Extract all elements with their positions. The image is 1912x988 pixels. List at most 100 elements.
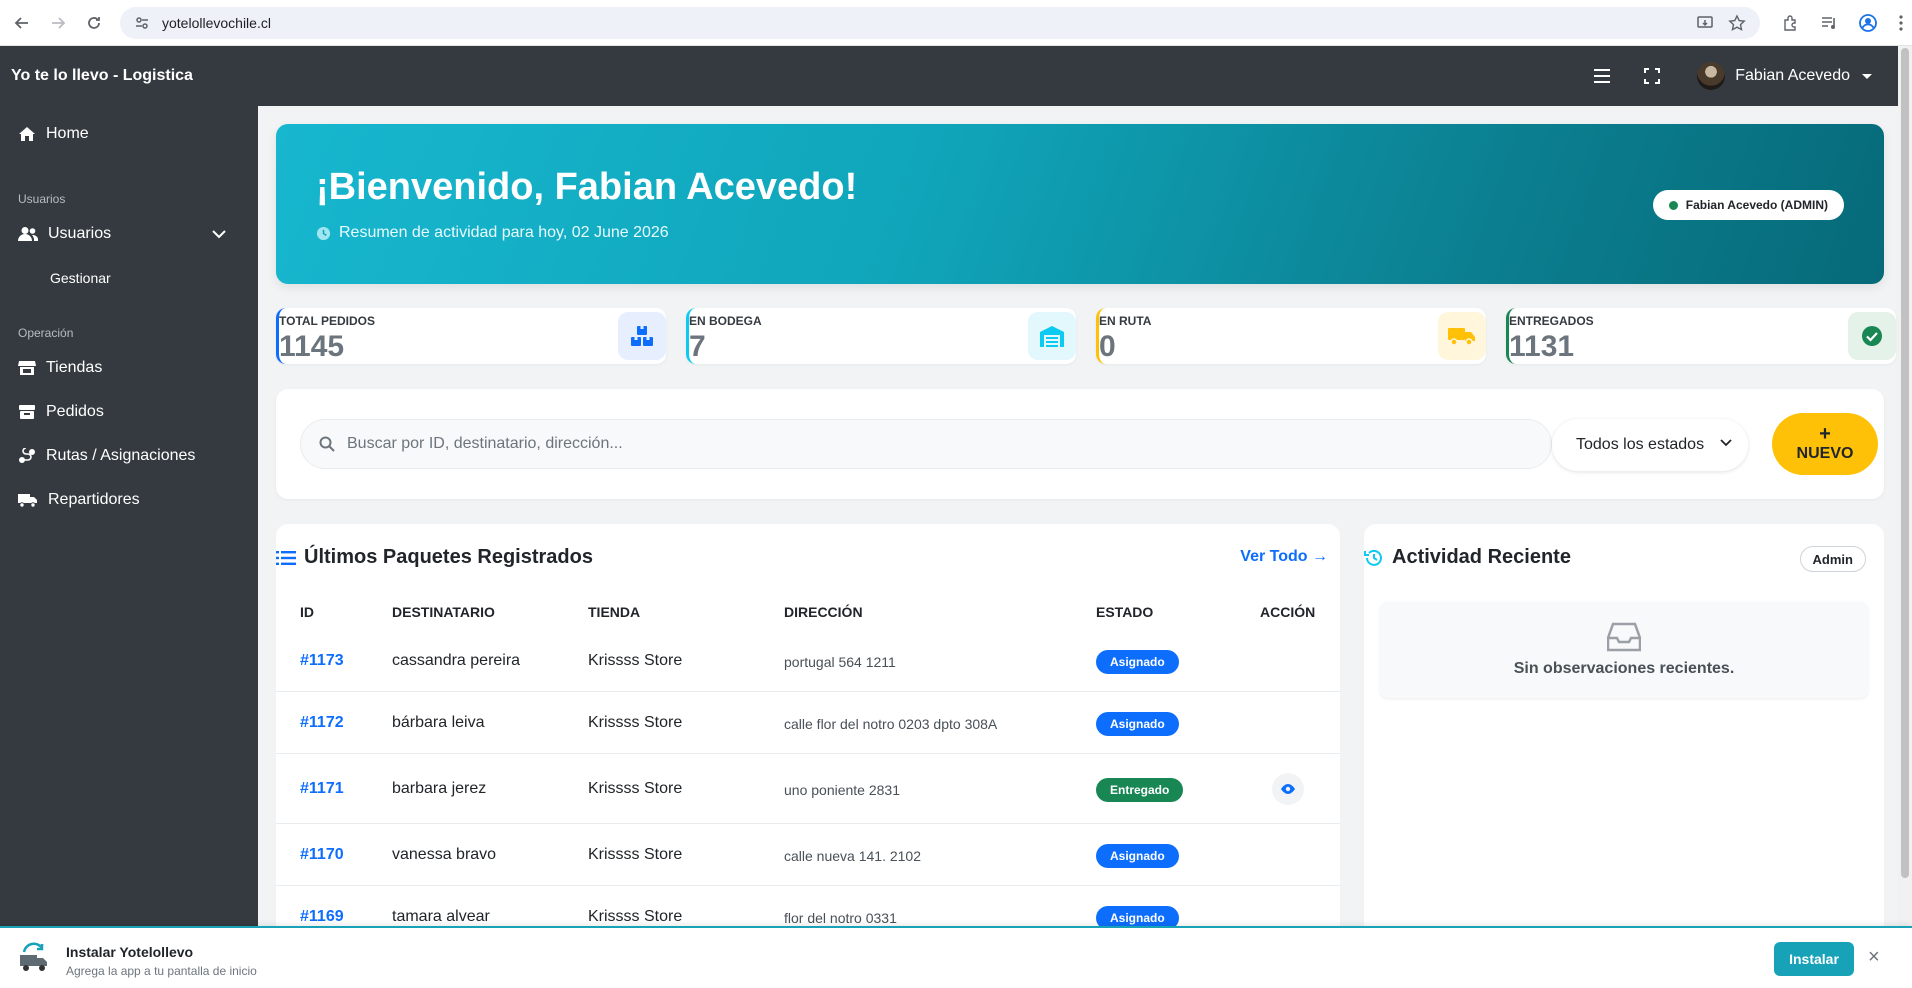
search-input[interactable] (347, 435, 1497, 453)
store-cell: Krissss Store (588, 652, 683, 669)
extensions-icon[interactable] (1782, 14, 1800, 32)
sidebar-item-label: Home (46, 125, 89, 142)
column-header-address: DIRECCIÓN (784, 604, 863, 620)
welcome-title: ¡Bienvenido, Fabian Acevedo! (316, 166, 858, 208)
status-badge: Entregado (1096, 778, 1184, 802)
sidebar-item-label: Tiendas (46, 359, 103, 376)
recent-packages-header: Últimos Paquetes Registrados (276, 546, 593, 569)
view-package-button[interactable] (1272, 773, 1304, 805)
install-button[interactable]: Instalar (1774, 942, 1854, 976)
package-id-link[interactable]: #1169 (300, 908, 344, 926)
sidebar-item-drivers[interactable]: Repartidores (0, 482, 258, 518)
history-icon (1364, 549, 1382, 566)
sidebar-item-label: Usuarios (48, 225, 112, 242)
column-header-id: ID (300, 604, 314, 620)
main-content: ¡Bienvenido, Fabian Acevedo! Resumen de … (258, 106, 1898, 944)
plus-icon: + (1819, 423, 1831, 445)
package-id-link[interactable]: #1171 (300, 780, 344, 798)
install-subtitle: Agrega la app a tu pantalla de inicio (66, 964, 257, 978)
sidebar-item-orders[interactable]: Pedidos (0, 394, 258, 430)
table-row: #1170 vanessa bravo Krissss Store calle … (276, 824, 1340, 886)
sidebar-item-stores[interactable]: Tiendas (0, 350, 258, 386)
package-id-link[interactable]: #1172 (300, 714, 344, 732)
page-scrollbar[interactable] (1898, 46, 1912, 926)
recipient-cell: barbara jerez (392, 780, 487, 797)
recent-activity-title: Actividad Reciente (1392, 546, 1571, 568)
sidebar-item-manage[interactable]: Gestionar (50, 270, 111, 286)
user-menu-name[interactable]: Fabian Acevedo (1735, 67, 1850, 85)
search-box (300, 419, 1552, 469)
column-header-store: TIENDA (588, 604, 641, 620)
stat-on-route: EN RUTA 0 (1096, 308, 1486, 364)
install-app-icon[interactable] (1696, 14, 1714, 32)
store-cell: Krissss Store (588, 908, 683, 925)
fullscreen-icon[interactable] (1637, 61, 1667, 91)
sidebar-item-label: Repartidores (48, 491, 140, 508)
sidebar-section-operation: Operación (18, 326, 74, 340)
recipient-cell: tamara alvear (392, 908, 490, 925)
address-bar[interactable]: yotelollevochile.cl (120, 7, 1760, 39)
stat-value: 1145 (279, 330, 345, 363)
search-icon (319, 436, 335, 452)
filter-card: Todos los estados + NUEVO (276, 389, 1884, 499)
view-all-link[interactable]: Ver Todo → (1240, 548, 1328, 566)
list-icon (276, 550, 296, 565)
status-filter-value: Todos los estados (1576, 436, 1705, 453)
caret-down-icon[interactable] (1862, 73, 1872, 79)
inbox-icon (1607, 622, 1641, 652)
app-brand[interactable]: Yo te lo llevo - Logistica (11, 67, 193, 85)
welcome-subtitle-text: Resumen de actividad para hoy, 02 June 2… (339, 224, 669, 241)
status-badge: Asignado (1096, 844, 1179, 868)
truck-icon (18, 494, 37, 508)
new-button-label: NUEVO (1796, 445, 1854, 462)
close-icon[interactable]: × (1868, 946, 1880, 969)
eye-icon (1281, 784, 1295, 794)
forward-arrow-icon[interactable] (44, 9, 72, 37)
stat-in-warehouse: EN BODEGA 7 (686, 308, 1076, 364)
sidebar-item-label: Rutas / Asignaciones (46, 447, 196, 464)
table-row: #1173 cassandra pereira Krissss Store po… (276, 630, 1340, 692)
sidebar: Home Usuarios Usuarios Gestionar Operaci… (0, 106, 258, 926)
sidebar-item-home[interactable]: Home (0, 116, 258, 152)
recent-activity-header: Actividad Reciente (1364, 546, 1571, 569)
sidebar-item-users[interactable]: Usuarios (0, 216, 258, 252)
column-header-recipient: DESTINATARIO (392, 604, 495, 620)
menu-toggle-icon[interactable] (1587, 61, 1617, 91)
route-icon (19, 448, 35, 463)
bookmark-star-icon[interactable] (1728, 14, 1746, 32)
package-id-link[interactable]: #1170 (300, 846, 344, 864)
reload-icon[interactable] (80, 9, 108, 37)
warehouse-icon (1028, 312, 1076, 360)
role-badge: Fabian Acevedo (ADMIN) (1652, 190, 1844, 220)
profile-icon[interactable] (1858, 13, 1878, 33)
clock-icon (316, 226, 331, 240)
chevron-down-icon (1720, 439, 1732, 447)
browser-menu-icon[interactable] (1898, 14, 1904, 32)
welcome-subtitle: Resumen de actividad para hoy, 02 June 2… (316, 224, 669, 242)
online-dot (1668, 200, 1678, 210)
column-header-action: ACCIÓN (1260, 604, 1316, 620)
new-package-button[interactable]: + NUEVO (1772, 413, 1878, 475)
stat-label: ENTREGADOS (1509, 314, 1594, 328)
package-id-link[interactable]: #1173 (300, 652, 344, 670)
stat-value: 0 (1099, 330, 1116, 363)
back-arrow-icon[interactable] (8, 9, 36, 37)
media-controls-icon[interactable] (1820, 14, 1838, 32)
address-cell: flor del notro 0331 (784, 910, 897, 926)
recent-packages-card: Últimos Paquetes Registrados Ver Todo → … (276, 524, 1340, 944)
stat-total-orders: TOTAL PEDIDOS 1145 (276, 308, 666, 364)
store-cell: Krissss Store (588, 846, 683, 863)
site-info-icon[interactable] (134, 15, 150, 31)
avatar[interactable] (1697, 62, 1726, 90)
store-cell: Krissss Store (588, 780, 683, 797)
box-icon (19, 405, 35, 419)
users-icon (18, 227, 38, 241)
scrollbar-thumb[interactable] (1901, 48, 1909, 878)
welcome-banner: ¡Bienvenido, Fabian Acevedo! Resumen de … (276, 124, 1884, 284)
chevron-down-icon[interactable] (212, 229, 226, 239)
status-filter-select[interactable]: Todos los estados (1552, 419, 1748, 471)
boxes-icon (618, 312, 666, 360)
truck-icon (1438, 312, 1486, 360)
app-navbar: Yo te lo llevo - Logistica Fabian Aceved… (0, 46, 1898, 106)
sidebar-item-routes[interactable]: Rutas / Asignaciones (0, 438, 258, 474)
